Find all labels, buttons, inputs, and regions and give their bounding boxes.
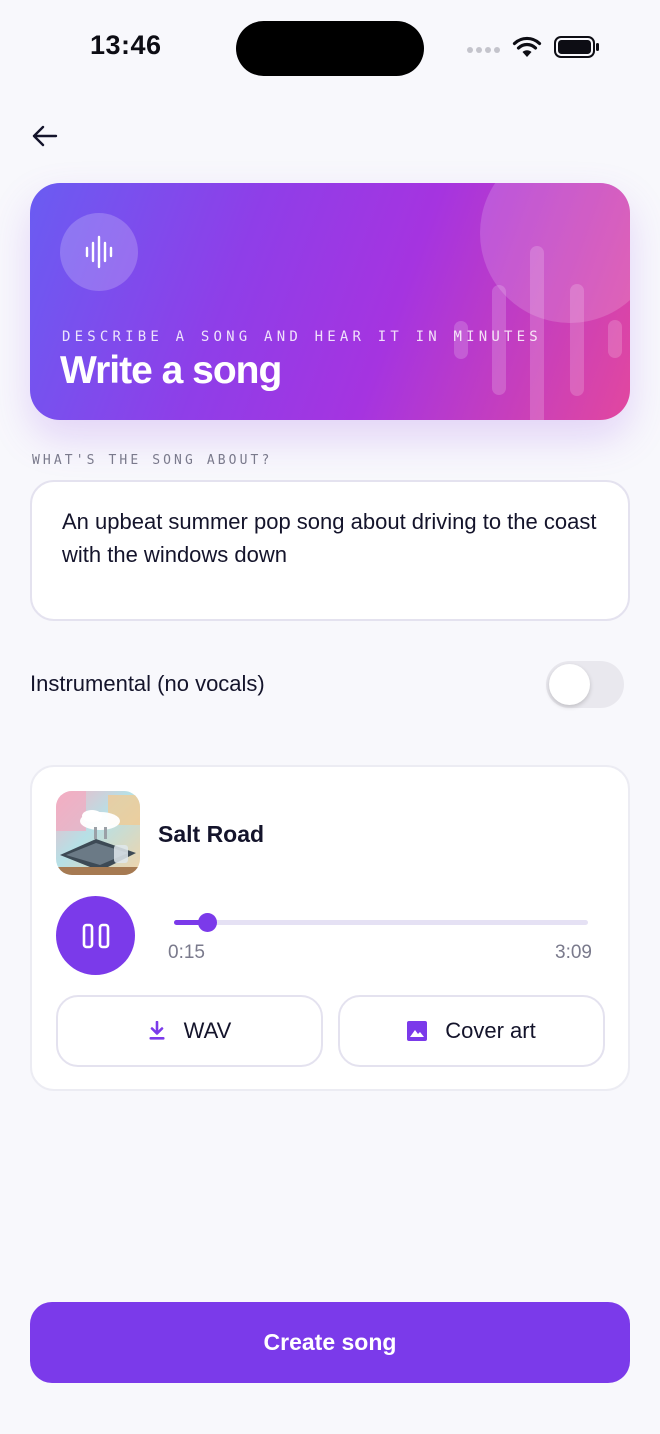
cover-art-button[interactable]: Cover art (338, 995, 605, 1067)
hero-subtitle: DESCRIBE A SONG AND HEAR IT IN MINUTES (62, 329, 542, 345)
status-time: 13:46 (90, 30, 162, 60)
waveform-icon (60, 213, 138, 291)
create-song-button[interactable]: Create song (30, 1302, 630, 1383)
hero-title: Write a song (60, 349, 282, 392)
instrumental-toggle[interactable] (546, 661, 624, 708)
hero-banner: DESCRIBE A SONG AND HEAR IT IN MINUTES W… (30, 183, 630, 420)
signal-icon (466, 41, 500, 59)
back-button[interactable] (24, 116, 64, 156)
song-player-card: Salt Road 0:15 3:09 WAV Cover art (30, 765, 630, 1091)
progress-track[interactable] (174, 913, 588, 932)
download-wav-button[interactable]: WAV (56, 995, 323, 1067)
song-prompt-input[interactable]: An upbeat summer pop song about driving … (30, 480, 630, 621)
status-bar: 13:46 (0, 0, 660, 100)
prompt-label: WHAT'S THE SONG ABOUT? (32, 453, 273, 468)
instrumental-label: Instrumental (no vocals) (30, 671, 265, 696)
arrow-left-icon (32, 125, 58, 147)
image-icon (407, 1021, 428, 1041)
track-title: Salt Road (158, 821, 265, 847)
cover-art-label: Cover art (445, 1018, 536, 1043)
pause-icon (82, 923, 109, 948)
cover-art-thumbnail[interactable] (56, 791, 140, 875)
hero-decoration-bar (570, 284, 584, 396)
status-icons (466, 36, 600, 63)
battery-icon (554, 36, 600, 63)
total-time: 3:09 (555, 942, 592, 963)
toggle-knob (549, 664, 590, 705)
download-icon (149, 1021, 165, 1040)
progress-thumb[interactable] (198, 913, 218, 932)
pause-button[interactable] (56, 896, 135, 975)
wifi-icon (512, 36, 542, 63)
wav-label: WAV (183, 1018, 232, 1043)
dynamic-island (236, 21, 424, 76)
current-time: 0:15 (168, 942, 205, 963)
hero-decoration-bar (608, 320, 622, 358)
